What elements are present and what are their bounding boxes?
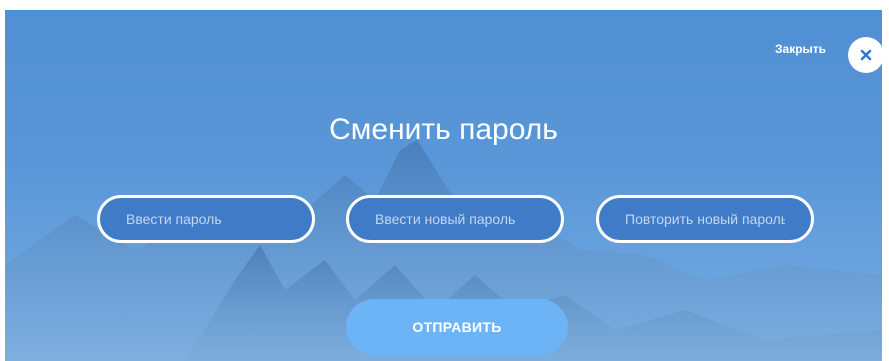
change-password-modal: Закрыть Сменить пароль ОТПРАВИТЬ — [5, 10, 882, 361]
close-button[interactable] — [848, 37, 882, 73]
page-title: Сменить пароль — [329, 113, 558, 146]
close-label[interactable]: Закрыть — [775, 42, 826, 56]
new-password-input[interactable] — [346, 195, 564, 243]
close-icon — [860, 49, 872, 61]
repeat-new-password-input[interactable] — [596, 195, 814, 243]
current-password-input[interactable] — [97, 195, 315, 243]
submit-button[interactable]: ОТПРАВИТЬ — [346, 299, 568, 355]
